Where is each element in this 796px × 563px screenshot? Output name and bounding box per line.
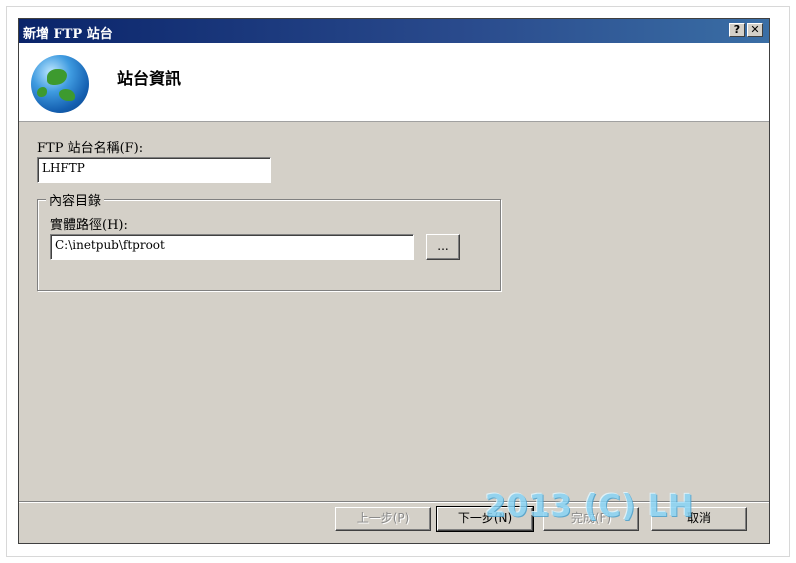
page-title: 站台資訊 (117, 69, 182, 88)
content-directory-group: 內容目錄 實體路徑(H): C:\inetpub\ftproot ... (37, 190, 501, 291)
browse-button[interactable]: ... (426, 234, 460, 260)
globe-icon (31, 55, 89, 113)
close-button[interactable]: ✕ (747, 23, 763, 37)
globe-land (59, 89, 75, 101)
title-bar[interactable]: 新增 FTP 站台 ? ✕ (19, 19, 769, 43)
wizard-header: 站台資訊 (19, 43, 769, 122)
help-button[interactable]: ? (729, 23, 745, 37)
frame-rule-top (6, 6, 790, 7)
globe-land (37, 87, 47, 97)
content-directory-label: 內容目錄 (46, 190, 105, 209)
add-ftp-site-dialog: 新增 FTP 站台 ? ✕ 站台資訊 FTP 站台名稱(F): LHFTP 內容… (18, 18, 770, 544)
site-name-label: FTP 站台名稱(F): (37, 141, 144, 156)
physical-path-value: C:\inetpub\ftproot (55, 238, 165, 252)
copyright-watermark: 2013 (C) LH (485, 489, 695, 524)
globe-land (47, 69, 67, 85)
physical-path-label: 實體路徑(H): (50, 218, 128, 233)
site-name-value: LHFTP (42, 161, 85, 175)
site-name-input[interactable]: LHFTP (37, 157, 271, 183)
frame-rule-left (6, 6, 7, 556)
frame-rule-right (789, 6, 790, 556)
frame-rule-bottom (6, 556, 790, 557)
back-button[interactable]: 上一步(P) (335, 507, 431, 531)
window-title: 新增 FTP 站台 (23, 27, 113, 42)
physical-path-input[interactable]: C:\inetpub\ftproot (50, 234, 414, 260)
